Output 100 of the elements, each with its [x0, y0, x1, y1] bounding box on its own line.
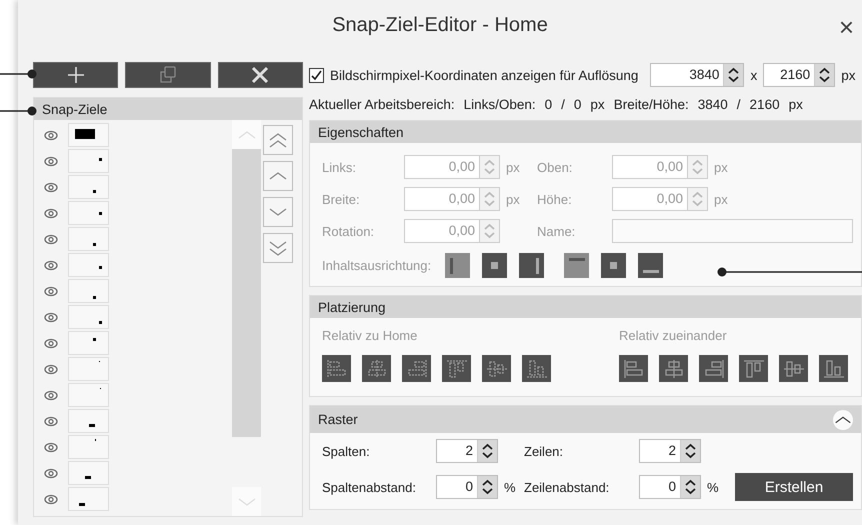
spin-arrows-icon[interactable] — [481, 479, 494, 495]
target-thumbnail[interactable] — [68, 461, 109, 485]
unit-label: % — [504, 480, 516, 494]
spin-arrows-icon[interactable] — [481, 443, 494, 459]
target-thumbnail[interactable] — [68, 331, 109, 355]
close-button[interactable]: × — [830, 12, 862, 43]
slash-text: / — [561, 97, 565, 112]
number-field[interactable]: 0 — [639, 475, 701, 499]
size-label: Breite/Höhe: — [614, 97, 689, 112]
field-label: Links: — [322, 160, 357, 174]
number-field[interactable]: 2160 — [763, 63, 836, 87]
align-bottom-icon — [524, 358, 548, 380]
eye-icon[interactable] — [44, 260, 58, 270]
eye-icon[interactable] — [44, 390, 58, 400]
eye-icon[interactable] — [44, 130, 58, 140]
eye-icon[interactable] — [44, 208, 58, 218]
section-header: Raster — [310, 406, 861, 433]
align-left-button[interactable] — [619, 355, 648, 382]
target-thumbnail[interactable] — [68, 149, 109, 173]
group-label: Relativ zu Home — [322, 328, 418, 343]
number-field[interactable]: 2 — [436, 439, 498, 463]
field-label: Zeilenabstand: — [524, 480, 610, 494]
eye-icon[interactable] — [44, 494, 58, 504]
unit-label: px — [590, 97, 605, 112]
section-header: Eigenschaften — [310, 121, 861, 143]
field-label: Höhe: — [537, 192, 573, 206]
collapse-button[interactable] — [833, 410, 853, 430]
eye-icon[interactable] — [44, 156, 58, 166]
scrollbar-thumb[interactable] — [232, 149, 261, 437]
field-label: Spalten: — [322, 444, 371, 458]
number-field[interactable]: 2 — [639, 439, 701, 463]
checkmark-icon — [311, 70, 322, 80]
align-bottom-button[interactable] — [819, 355, 848, 382]
create-button[interactable]: Erstellen — [735, 473, 853, 501]
target-thumbnail[interactable] — [68, 279, 109, 303]
align-center-v-icon — [610, 262, 618, 269]
duplicate-button[interactable] — [125, 62, 211, 88]
checkbox-label: Bildschirmpixel-Koordinaten anzeigen für Auflösung — [330, 68, 638, 82]
field-label: Breite: — [322, 192, 361, 206]
align-top-icon — [568, 258, 585, 261]
target-thumbnail[interactable] — [68, 409, 109, 433]
unit-label: px — [714, 160, 728, 174]
add-button[interactable] — [33, 62, 118, 88]
group-label: Relativ zueinander — [619, 328, 728, 343]
align-center-v-button[interactable] — [779, 355, 808, 382]
spin-arrows-icon[interactable] — [727, 67, 740, 83]
field-label: Zeilen: — [524, 444, 564, 458]
eye-icon[interactable] — [44, 364, 58, 374]
unit-label: px — [714, 192, 728, 206]
slash-text: / — [736, 97, 741, 112]
field-label: Oben: — [537, 160, 574, 174]
eye-icon[interactable] — [44, 442, 58, 452]
value-text: 0 — [574, 97, 582, 112]
move-bottom-button[interactable] — [263, 233, 293, 263]
target-thumbnail[interactable] — [68, 123, 109, 147]
number-field[interactable]: 3840 — [650, 63, 744, 87]
spin-arrows-icon[interactable] — [684, 479, 697, 495]
target-thumbnail[interactable] — [68, 227, 109, 251]
unit-label: % — [707, 480, 719, 494]
align-top-button[interactable] — [739, 355, 768, 382]
position-label: Links/Oben: — [464, 97, 536, 112]
field-label: Spaltenabstand: — [322, 480, 417, 494]
target-thumbnail[interactable] — [68, 201, 109, 225]
window-title: Snap-Ziel-Editor - Home — [332, 14, 548, 36]
align-center-h-button[interactable] — [659, 355, 688, 382]
move-down-button[interactable] — [263, 197, 293, 227]
leader-line — [0, 106, 37, 116]
target-thumbnail[interactable] — [68, 487, 109, 511]
align-left-icon — [324, 358, 348, 380]
target-thumbnail[interactable] — [68, 357, 109, 381]
target-thumbnail[interactable] — [68, 383, 109, 407]
value-text: 0 — [544, 97, 552, 112]
checkbox[interactable] — [309, 68, 324, 82]
target-thumbnail[interactable] — [68, 253, 109, 277]
move-up-button[interactable] — [263, 161, 293, 191]
move-top-button[interactable] — [263, 125, 293, 155]
spin-arrows-icon[interactable] — [684, 443, 697, 459]
align-bottom-icon — [822, 358, 846, 380]
close-icon — [251, 66, 270, 84]
align-center-h-icon — [491, 262, 498, 269]
eye-icon[interactable] — [44, 312, 58, 322]
delete-button[interactable] — [218, 62, 303, 88]
separator-label: x — [750, 68, 758, 82]
align-right-icon — [536, 258, 540, 274]
unit-label: px — [841, 68, 856, 82]
target-thumbnail[interactable] — [68, 435, 109, 459]
target-thumbnail[interactable] — [68, 175, 109, 199]
eye-icon[interactable] — [44, 286, 58, 296]
align-left-icon — [622, 358, 646, 380]
eye-icon[interactable] — [44, 234, 58, 244]
number-field[interactable]: 0 — [436, 475, 498, 499]
eye-icon[interactable] — [44, 338, 58, 348]
unit-label: px — [506, 192, 520, 206]
eye-icon[interactable] — [44, 468, 58, 478]
align-top-icon — [742, 358, 766, 380]
align-right-button[interactable] — [699, 355, 728, 382]
eye-icon[interactable] — [44, 182, 58, 192]
spin-arrows-icon[interactable] — [818, 67, 832, 83]
target-thumbnail[interactable] — [68, 305, 109, 329]
eye-icon[interactable] — [44, 416, 58, 426]
